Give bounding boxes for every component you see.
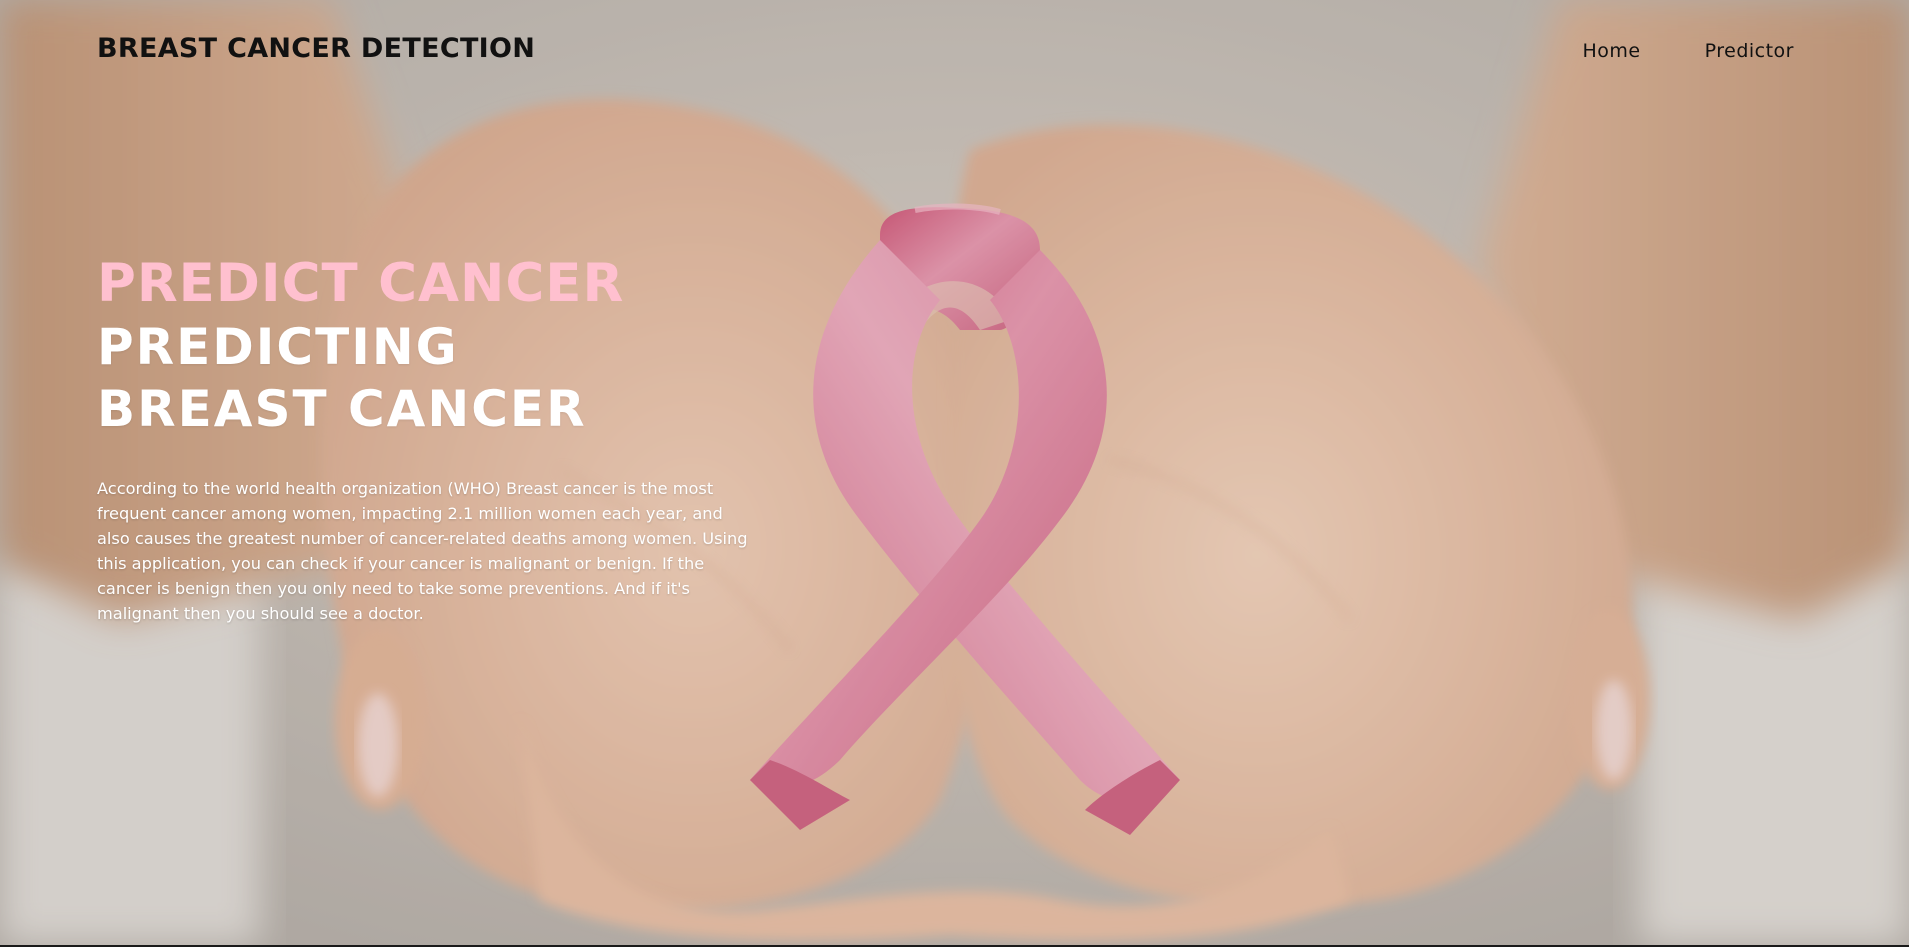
main-nav: Home Predictor <box>1583 40 1795 62</box>
hero-section: PREDICT CANCER PREDICTING BREAST CANCER … <box>97 254 757 626</box>
brand-title[interactable]: BREAST CANCER DETECTION <box>97 33 535 64</box>
hero-title: PREDICTING BREAST CANCER <box>97 318 587 438</box>
page: BREAST CANCER DETECTION Home Predictor P… <box>0 0 1909 947</box>
site-header: BREAST CANCER DETECTION Home Predictor <box>0 0 1909 104</box>
hero-description: According to the world health organizati… <box>97 479 748 623</box>
hero-kicker: PREDICT CANCER <box>97 253 625 314</box>
nav-predictor-link[interactable]: Predictor <box>1705 40 1794 62</box>
nav-home-link[interactable]: Home <box>1583 40 1641 62</box>
